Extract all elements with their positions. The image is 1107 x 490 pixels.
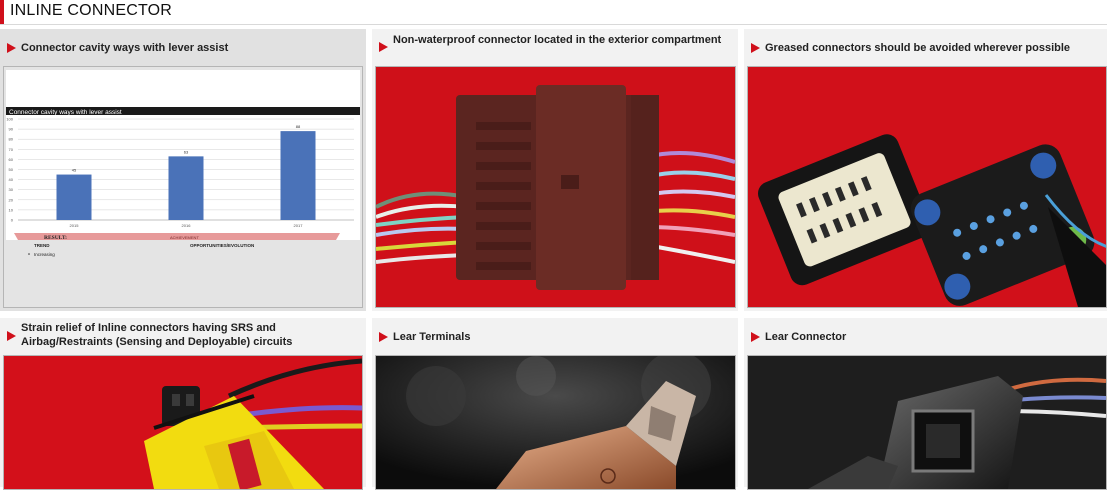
bar [168, 156, 204, 220]
card-title[interactable]: Greased connectors should be avoided whe… [765, 41, 1101, 55]
y-tick-label: 10 [9, 207, 14, 212]
card-title[interactable]: Strain relief of Inline connectors havin… [21, 321, 360, 349]
card-title[interactable]: Non-waterproof connector located in the … [393, 33, 732, 47]
card-lear-terminals[interactable]: Lear Terminals [372, 318, 738, 490]
card-non-waterproof[interactable]: Non-waterproof connector located in the … [372, 29, 738, 311]
data-label: 63 [184, 149, 189, 154]
card-title[interactable]: Connector cavity ways with lever assist [21, 41, 360, 55]
card-header: Non-waterproof connector located in the … [372, 29, 738, 67]
header-accent-bar [0, 0, 4, 24]
data-label: 88 [296, 124, 301, 129]
y-tick-label: 60 [9, 157, 14, 162]
card-header: Lear Connector [744, 318, 1107, 356]
page-title: INLINE CONNECTOR [10, 2, 173, 19]
result-label: RESULT: [44, 235, 67, 241]
card-lear-connector[interactable]: Lear Connector [744, 318, 1107, 490]
card-header: Strain relief of Inline connectors havin… [0, 318, 366, 356]
chart-title: Connector cavity ways with lever assist [9, 109, 122, 116]
page-header: INLINE CONNECTOR [0, 0, 1107, 25]
y-tick-label: 50 [9, 167, 14, 172]
terminal-photo[interactable] [375, 355, 736, 490]
trend-item: Increasing [34, 252, 55, 257]
y-tick-label: 40 [9, 177, 14, 182]
greased-connectors-illustration [748, 67, 1106, 307]
terminal-illustration [376, 356, 735, 489]
card-lever-assist[interactable]: Connector cavity ways with lever assist … [0, 29, 366, 311]
result-value: ACHIEVEMENT [170, 235, 199, 240]
arrow-right-icon [379, 42, 388, 52]
y-tick-label: 20 [9, 197, 14, 202]
bar [280, 131, 316, 220]
arrow-right-icon [751, 332, 760, 342]
card-title[interactable]: Lear Terminals [393, 330, 732, 344]
x-tick-label: 2017 [294, 223, 304, 228]
brown-connector-photo[interactable] [375, 66, 736, 308]
bar-chart: Connector cavity ways with lever assist … [6, 70, 360, 257]
arrow-right-icon [379, 332, 388, 342]
data-label: 45 [72, 168, 77, 173]
y-tick-label: 70 [9, 147, 14, 152]
card-greased[interactable]: Greased connectors should be avoided whe… [744, 29, 1107, 311]
card-header: Connector cavity ways with lever assist [0, 29, 366, 67]
black-connector-photo[interactable] [747, 355, 1107, 490]
y-tick-label: 90 [9, 127, 14, 132]
black-connector-illustration [748, 356, 1106, 489]
yellow-connector-photo[interactable] [3, 355, 363, 490]
y-tick-label: 30 [9, 187, 14, 192]
x-tick-label: 2016 [182, 223, 192, 228]
card-strain-relief[interactable]: Strain relief of Inline connectors havin… [0, 318, 366, 490]
y-tick-label: 80 [9, 137, 14, 142]
arrow-right-icon [751, 43, 760, 53]
x-tick-label: 2015 [70, 223, 80, 228]
card-header: Greased connectors should be avoided whe… [744, 29, 1107, 67]
bullet-icon [28, 253, 30, 255]
arrow-right-icon [7, 331, 16, 341]
greased-connectors-photo[interactable] [747, 66, 1107, 308]
arrow-right-icon [7, 43, 16, 53]
card-header: Lear Terminals [372, 318, 738, 356]
yellow-connector-illustration [4, 356, 362, 489]
y-tick-label: 100 [6, 117, 13, 122]
bar [56, 174, 92, 220]
chart-slide-image[interactable]: Connector cavity ways with lever assist … [3, 66, 363, 308]
trend-label: TREND [34, 243, 50, 248]
opportunities-label: OPPORTUNITIES/EVOLUTION [190, 243, 254, 248]
connector-illustration [376, 67, 735, 307]
card-title[interactable]: Lear Connector [765, 330, 1101, 344]
